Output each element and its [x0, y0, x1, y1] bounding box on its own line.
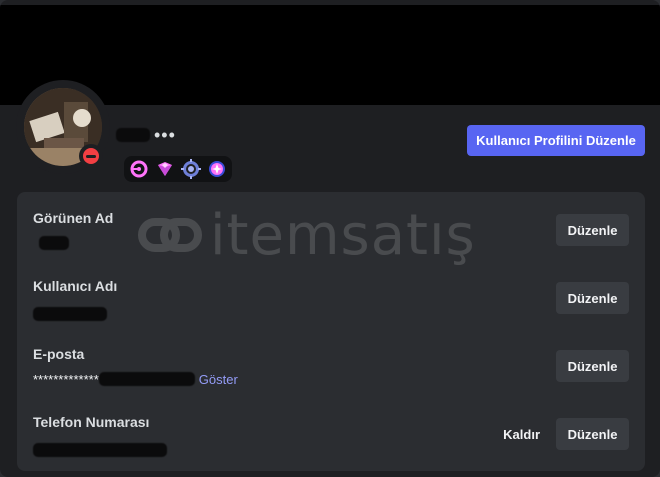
more-indicator: ••• — [154, 125, 176, 145]
username: ••• — [116, 124, 176, 146]
username-label: Kullanıcı Adı — [33, 278, 118, 294]
redacted-email — [98, 372, 195, 386]
email-masked-prefix: ************* — [33, 371, 99, 387]
redacted-username — [116, 128, 150, 142]
account-info-panel: Görünen Ad Düzenle Kullanıcı Adı Düzenle… — [17, 192, 645, 471]
username-row: Kullanıcı Adı Düzenle — [17, 278, 645, 346]
edit-username-button[interactable]: Düzenle — [556, 282, 629, 314]
display-name-label: Görünen Ad — [33, 210, 114, 226]
email-row: E-posta ************* Göster Düzenle — [17, 346, 645, 414]
remove-phone-button[interactable]: Kaldır — [503, 418, 540, 450]
redacted-display-name — [39, 236, 69, 250]
edit-display-name-button[interactable]: Düzenle — [556, 214, 629, 246]
user-profile-card: ••• Kullanıcı Profilini Düzenle Görünen … — [0, 0, 660, 477]
phone-value — [33, 438, 167, 457]
redacted-username-value — [33, 307, 107, 321]
phone-row: Telefon Numarası Kaldır Düzenle — [17, 414, 645, 477]
show-email-link[interactable]: Göster — [199, 372, 238, 387]
hypesquad-badge-icon[interactable] — [180, 158, 202, 180]
redacted-phone — [33, 443, 167, 457]
phone-label: Telefon Numarası — [33, 414, 150, 430]
quest-badge-icon[interactable] — [206, 158, 228, 180]
badge-list — [124, 156, 232, 182]
edit-email-button[interactable]: Düzenle — [556, 350, 629, 382]
profile-banner — [0, 5, 660, 105]
email-label: E-posta — [33, 346, 85, 362]
display-name-value — [33, 234, 69, 252]
do-not-disturb-icon — [83, 148, 99, 164]
nitro-badge-icon[interactable] — [128, 158, 150, 180]
edit-phone-button[interactable]: Düzenle — [556, 418, 629, 450]
boost-gem-badge-icon[interactable] — [154, 158, 176, 180]
username-value — [33, 302, 107, 321]
display-name-row: Görünen Ad Düzenle — [17, 210, 645, 278]
status-indicator — [79, 144, 103, 168]
edit-user-profile-button[interactable]: Kullanıcı Profilini Düzenle — [467, 125, 645, 156]
email-value: ************* Göster — [33, 370, 238, 388]
